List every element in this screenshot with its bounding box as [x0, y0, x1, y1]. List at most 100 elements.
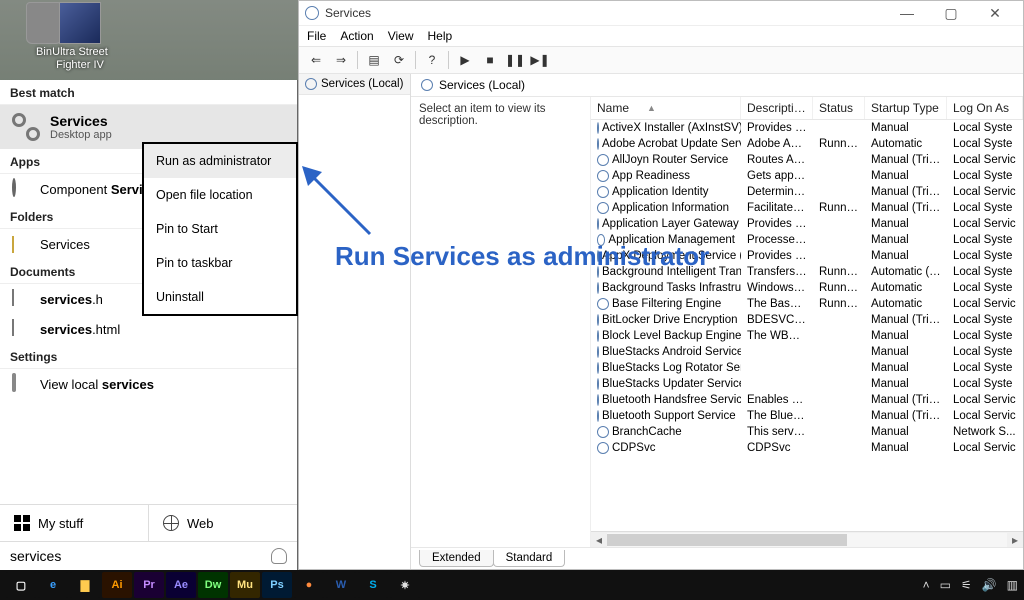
settings-icon	[12, 373, 16, 392]
taskbar-premiere[interactable]: Pr	[134, 572, 164, 598]
services-icon	[305, 78, 317, 90]
service-icon	[597, 410, 599, 422]
menu-help[interactable]: Help	[428, 29, 453, 43]
menu-pin-to-taskbar[interactable]: Pin to taskbar	[144, 246, 296, 280]
heading-best-match: Best match	[0, 80, 297, 105]
service-row[interactable]: BlueStacks Updater ServiceManualLocal Sy…	[591, 376, 1023, 392]
service-icon	[597, 314, 599, 326]
service-icon	[597, 298, 609, 310]
services-icon	[305, 6, 319, 20]
tree-root[interactable]: Services (Local)	[299, 74, 410, 95]
col-name[interactable]: Name▲	[591, 97, 741, 119]
search-input-text[interactable]: services	[10, 548, 61, 564]
result-subtitle: Desktop app	[50, 129, 112, 141]
service-row[interactable]: App ReadinessGets apps re...ManualLocal …	[591, 168, 1023, 184]
menu-open-file-location[interactable]: Open file location	[144, 178, 296, 212]
tb-stop[interactable]: ■	[479, 50, 501, 70]
services-list[interactable]: Name▲ Description Status Startup Type Lo…	[591, 97, 1023, 547]
taskbar-firefox[interactable]: ●	[294, 572, 324, 598]
col-status[interactable]: Status	[813, 97, 865, 119]
service-row[interactable]: CDPSvcCDPSvcManualLocal Servic	[591, 440, 1023, 456]
scroll-right-icon[interactable]: ▸	[1007, 533, 1023, 547]
menu-view[interactable]: View	[388, 29, 414, 43]
system-tray[interactable]: ˄ ▭ ⚟ 🔊 ▥	[923, 578, 1018, 592]
microphone-icon[interactable]	[271, 548, 287, 564]
menu-file[interactable]: File	[307, 29, 326, 43]
service-row[interactable]: BlueStacks Log Rotator Serv...ManualLoca…	[591, 360, 1023, 376]
service-row[interactable]: AllJoyn Router ServiceRoutes AllJo...Man…	[591, 152, 1023, 168]
tb-restart[interactable]: ▶❚	[529, 50, 551, 70]
taskbar-edge[interactable]: e	[38, 572, 68, 598]
minimize-button[interactable]: —	[885, 2, 929, 24]
tray-chevron-up-icon[interactable]: ˄	[923, 578, 930, 592]
taskbar-settings[interactable]: ✷	[390, 572, 420, 598]
result-doc-services-html[interactable]: services.html	[0, 314, 297, 344]
taskbar-skype[interactable]: S	[358, 572, 388, 598]
service-row[interactable]: Application IdentityDetermines ...Manual…	[591, 184, 1023, 200]
taskbar-photoshop[interactable]: Ps	[262, 572, 292, 598]
service-icon	[597, 170, 609, 182]
column-headers[interactable]: Name▲ Description Status Startup Type Lo…	[591, 97, 1023, 120]
service-row[interactable]: Bluetooth Support ServiceThe Bluetoo...M…	[591, 408, 1023, 424]
col-description[interactable]: Description	[741, 97, 813, 119]
tray-battery-icon[interactable]: ▭	[940, 578, 951, 592]
search-input-row[interactable]: services	[0, 541, 297, 570]
taskbar-illustrator[interactable]: Ai	[102, 572, 132, 598]
tab-extended[interactable]: Extended	[419, 550, 494, 567]
desktop-icon-game[interactable]: Ultra Street Fighter IV	[40, 2, 120, 72]
file-icon	[12, 289, 14, 306]
menu-run-as-admin[interactable]: Run as administrator	[144, 144, 296, 178]
service-row[interactable]: ActiveX Installer (AxInstSV)Provides Us.…	[591, 120, 1023, 136]
tab-web[interactable]: Web	[149, 505, 297, 541]
menu-action[interactable]: Action	[340, 29, 373, 43]
tb-start[interactable]: ▶	[454, 50, 476, 70]
tab-my-stuff[interactable]: My stuff	[0, 505, 149, 541]
service-row[interactable]: BitLocker Drive Encryption ...BDESVC hos…	[591, 312, 1023, 328]
taskbar-muse[interactable]: Mu	[230, 572, 260, 598]
service-row[interactable]: BranchCacheThis service ...ManualNetwork…	[591, 424, 1023, 440]
tray-wifi-icon[interactable]: ⚟	[961, 578, 972, 592]
close-button[interactable]: ✕	[973, 2, 1017, 24]
col-startup[interactable]: Startup Type	[865, 97, 947, 119]
menu-uninstall[interactable]: Uninstall	[144, 280, 296, 314]
service-row[interactable]: Background Tasks Infrastru...Windows in.…	[591, 280, 1023, 296]
service-row[interactable]: Application Layer Gateway ...Provides su…	[591, 216, 1023, 232]
services-icon	[421, 79, 433, 91]
annotation-text: Run Services as administrator	[335, 240, 709, 272]
service-row[interactable]: BlueStacks Android ServiceManualLocal Sy…	[591, 344, 1023, 360]
taskbar-task-view[interactable]: ▢	[6, 572, 36, 598]
tray-notifications-icon[interactable]: ▥	[1007, 578, 1018, 592]
tray-volume-icon[interactable]: 🔊	[982, 578, 997, 592]
service-icon	[597, 346, 599, 358]
scroll-left-icon[interactable]: ◂	[591, 533, 607, 547]
tb-help[interactable]: ?	[421, 50, 443, 70]
tb-forward[interactable]: ⇒	[330, 50, 352, 70]
maximize-button[interactable]: ▢	[929, 2, 973, 24]
titlebar[interactable]: Services — ▢ ✕	[299, 1, 1023, 25]
taskbar-dreamweaver[interactable]: Dw	[198, 572, 228, 598]
result-view-local-services[interactable]: View local services	[0, 369, 297, 399]
tb-back[interactable]: ⇐	[305, 50, 327, 70]
service-icon	[597, 154, 609, 166]
service-icon	[597, 122, 599, 134]
taskbar-explorer[interactable]: ▇	[70, 572, 100, 598]
service-row[interactable]: Bluetooth Handsfree ServiceEnables wir..…	[591, 392, 1023, 408]
taskbar-aftereffects[interactable]: Ae	[166, 572, 196, 598]
service-icon	[597, 394, 599, 406]
col-logon[interactable]: Log On As	[947, 97, 1023, 119]
tb-properties[interactable]: ▤	[363, 50, 385, 70]
tb-refresh[interactable]: ⟳	[388, 50, 410, 70]
tab-standard[interactable]: Standard	[493, 550, 566, 567]
taskbar[interactable]: ▢e▇AiPrAeDwMuPs●WS✷ ˄ ▭ ⚟ 🔊 ▥	[0, 570, 1024, 600]
service-row[interactable]: Application InformationFacilitates t...R…	[591, 200, 1023, 216]
service-row[interactable]: Block Level Backup Engine ...The WBENG..…	[591, 328, 1023, 344]
tree-pane[interactable]: Services (Local)	[299, 74, 411, 569]
scroll-thumb[interactable]	[607, 534, 847, 546]
taskbar-word[interactable]: W	[326, 572, 356, 598]
tb-pause[interactable]: ❚❚	[504, 50, 526, 70]
service-row[interactable]: Adobe Acrobat Update Serv...Adobe Acro..…	[591, 136, 1023, 152]
service-row[interactable]: Base Filtering EngineThe Base Fil...Runn…	[591, 296, 1023, 312]
h-scrollbar[interactable]: ◂ ▸	[591, 531, 1023, 547]
menu-pin-to-start[interactable]: Pin to Start	[144, 212, 296, 246]
heading-settings: Settings	[0, 344, 297, 369]
